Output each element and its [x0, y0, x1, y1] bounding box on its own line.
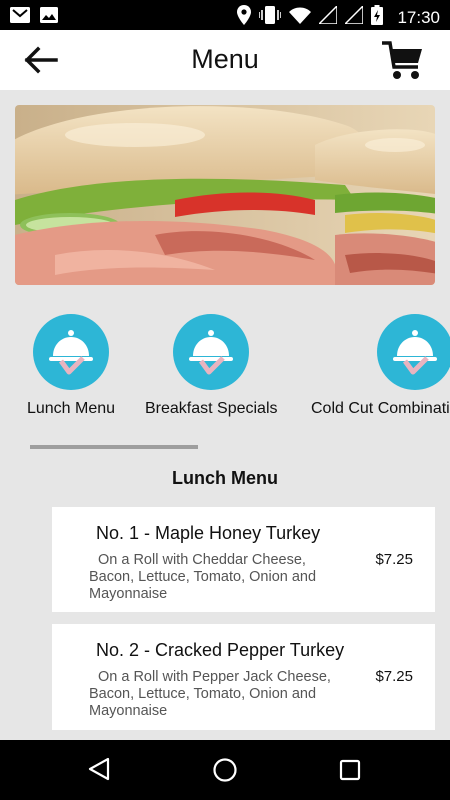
image-icon	[40, 7, 58, 28]
selected-category-indicator	[30, 445, 198, 449]
status-bar: 17:30	[0, 0, 450, 30]
battery-charging-icon	[371, 5, 384, 30]
category-cold-cut-combination[interactable]: Cold Cut Combination	[310, 314, 450, 418]
cart-icon	[382, 41, 426, 86]
item-description: On a Roll with Pepper Jack Cheese, Bacon…	[89, 669, 331, 719]
sandwich-photo	[15, 105, 435, 285]
category-label: Breakfast Specials	[145, 400, 278, 417]
category-circle	[173, 314, 249, 390]
location-icon	[237, 5, 252, 30]
item-description: On a Roll with Cheddar Cheese, Bacon, Le…	[89, 552, 317, 602]
category-circle	[377, 314, 450, 390]
item-name: No. 1 - Maple Honey Turkey	[96, 523, 321, 543]
category-lunch-menu[interactable]: Lunch Menu	[20, 314, 122, 418]
signal-icon	[343, 4, 365, 29]
square-recents-icon	[339, 759, 361, 785]
banner-image	[15, 105, 435, 285]
triangle-back-icon	[88, 757, 110, 785]
gmail-icon	[10, 7, 30, 28]
cart-button[interactable]	[382, 40, 426, 82]
signal-icon	[317, 4, 339, 29]
category-carousel[interactable]: Lunch Menu Breakfast Specials Cold Cut C…	[0, 300, 450, 430]
item-price: $7.25	[375, 668, 413, 685]
system-nav-bar	[0, 740, 450, 800]
section-heading: Lunch Menu	[172, 468, 278, 488]
nav-back-button[interactable]	[88, 757, 110, 786]
status-time: 17:30	[397, 7, 440, 27]
menu-item-card[interactable]: No. 2 - Cracked Pepper Turkey On a Roll …	[52, 624, 435, 730]
item-price: $7.25	[375, 551, 413, 568]
app-bar: Menu	[0, 30, 450, 90]
category-label: Cold Cut Combination	[311, 400, 450, 417]
vibrate-icon	[258, 6, 283, 29]
circle-home-icon	[212, 758, 238, 787]
nav-recents-button[interactable]	[339, 759, 361, 786]
wifi-icon	[289, 7, 312, 29]
item-name: No. 2 - Cracked Pepper Turkey	[96, 640, 345, 660]
nav-home-button[interactable]	[212, 757, 238, 788]
category-label: Lunch Menu	[26, 400, 116, 417]
category-circle	[33, 314, 109, 390]
category-breakfast-specials[interactable]: Breakfast Specials	[145, 314, 278, 418]
menu-item-card[interactable]: No. 1 - Maple Honey Turkey On a Roll wit…	[52, 507, 435, 612]
